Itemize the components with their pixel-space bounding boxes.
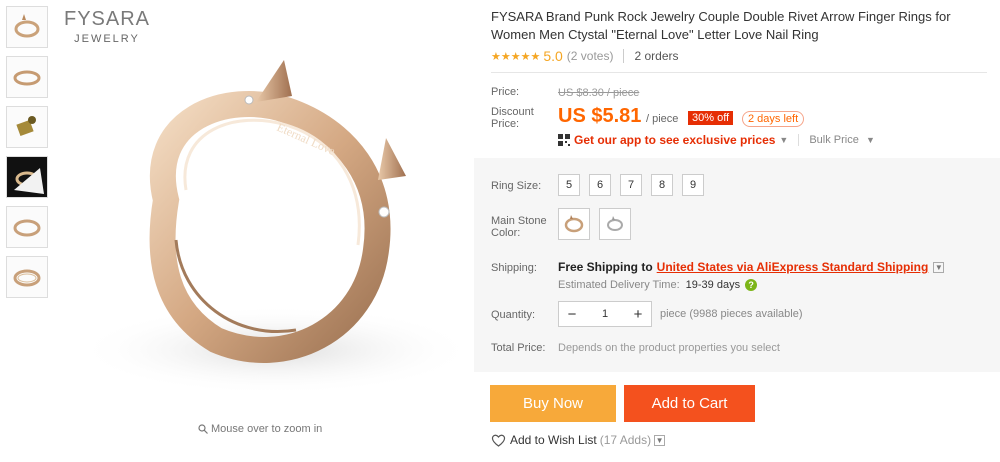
wishlist-count: (17 Adds) — [599, 433, 652, 447]
size-option[interactable]: 8 — [651, 174, 673, 196]
ring-icon — [14, 14, 40, 38]
discount-price: US $5.81 — [558, 105, 642, 127]
shipping-label: Shipping: — [491, 262, 537, 274]
thumbnail-1[interactable] — [6, 6, 48, 48]
days-left-badge: 2 days left — [742, 111, 805, 127]
color-option-silver[interactable] — [599, 208, 631, 240]
chevron-down-icon[interactable]: ▼ — [779, 135, 788, 145]
thumbnail-list — [6, 6, 48, 306]
app-promo-row: Get our app to see exclusive prices ▼ Bu… — [558, 133, 875, 147]
silver-ring-icon — [607, 216, 623, 231]
size-option[interactable]: 5 — [558, 174, 580, 196]
product-info: FYSARA Brand Punk Rock Jewelry Couple Do… — [474, 0, 1000, 462]
quantity-stepper: − + — [558, 301, 652, 327]
ring-icon — [14, 168, 44, 194]
brand-watermark: FYSARA JEWELRY — [64, 8, 150, 45]
brand-name: FYSARA — [64, 8, 151, 30]
heart-icon — [491, 434, 506, 447]
per-piece-label: / piece — [646, 113, 679, 125]
ring-size-label: Ring Size: — [491, 180, 542, 192]
size-option[interactable]: 9 — [682, 174, 704, 196]
thumbnail-6[interactable] — [6, 256, 48, 298]
star-rating-icon: ★★★★★ — [491, 50, 541, 63]
ring-product-icon: Eternal Love — [76, 60, 472, 395]
size-option[interactable]: 6 — [589, 174, 611, 196]
delivery-estimate: Estimated Delivery Time: 19-39 days ? — [558, 279, 758, 291]
help-icon[interactable]: ? — [745, 279, 758, 291]
product-title: FYSARA Brand Punk Rock Jewelry Couple Do… — [491, 9, 951, 42]
main-product-image[interactable]: Eternal Love — [56, 0, 472, 416]
discount-badge: 30% off — [688, 111, 734, 125]
delivery-estimate-label: Estimated Delivery Time: — [558, 279, 680, 291]
add-to-cart-button[interactable]: Add to Cart — [624, 385, 755, 422]
rating-row: ★★★★★ 5.0 (2 votes) 2 orders — [491, 48, 679, 64]
ring-size-options: 5 6 7 8 9 — [558, 174, 704, 196]
price-label: Price: — [491, 86, 520, 98]
bulk-price-link[interactable]: Bulk Price ▼ — [798, 134, 875, 146]
total-price-text: Depends on the product properties you se… — [558, 342, 780, 354]
buy-now-button[interactable]: Buy Now — [490, 385, 616, 422]
qr-code-icon — [558, 134, 570, 146]
shipping-method-link[interactable]: United States via AliExpress Standard Sh… — [657, 260, 929, 274]
main-stone-color-label: Main Stone Color: — [491, 215, 547, 239]
rating-value: 5.0 — [543, 48, 563, 64]
ring-icon — [13, 219, 41, 237]
pieces-available: piece (9988 pieces available) — [660, 308, 803, 320]
discount-price-label: Discount Price: — [491, 106, 534, 130]
wishlist-label: Add to Wish List — [510, 433, 597, 447]
chevron-down-icon[interactable]: ▼ — [654, 434, 666, 446]
divider — [623, 49, 625, 63]
ring-icon — [13, 269, 41, 287]
thumbnail-2[interactable] — [6, 56, 48, 98]
original-price: US $8.30 / piece — [558, 87, 640, 99]
thumbnail-3[interactable] — [6, 106, 48, 148]
free-shipping-text: Free Shipping to — [558, 260, 653, 274]
thumbnail-5[interactable] — [6, 206, 48, 248]
zoom-hint-text: Mouse over to zoom in — [211, 423, 323, 435]
add-to-wishlist-button[interactable]: Add to Wish List (17 Adds) ▼ — [491, 433, 666, 447]
total-price-label: Total Price: — [491, 342, 546, 354]
chevron-down-icon[interactable]: ▼ — [933, 261, 945, 273]
ring-icon — [16, 116, 36, 137]
magnifier-icon — [198, 424, 208, 434]
bulk-price-label: Bulk Price — [809, 134, 859, 146]
increase-quantity-button[interactable]: + — [625, 302, 651, 326]
brand-subtitle: JEWELRY — [74, 33, 140, 45]
thumbnail-4[interactable] — [6, 156, 48, 198]
delivery-days: 19-39 days — [685, 279, 741, 291]
zoom-hint: Mouse over to zoom in — [198, 423, 322, 435]
stone-color-options — [558, 208, 631, 240]
gold-ring-icon — [564, 215, 584, 233]
app-promo-link[interactable]: Get our app to see exclusive prices — [574, 133, 775, 147]
votes-count[interactable]: (2 votes) — [567, 49, 614, 63]
color-option-gold[interactable] — [558, 208, 590, 240]
chevron-down-icon: ▼ — [865, 135, 875, 145]
quantity-label: Quantity: — [491, 309, 536, 321]
ring-icon — [13, 70, 41, 86]
divider — [491, 72, 987, 73]
shipping-row: Free Shipping to United States via AliEx… — [558, 260, 945, 274]
orders-count: 2 orders — [634, 49, 679, 63]
size-option[interactable]: 7 — [620, 174, 642, 196]
decrease-quantity-button[interactable]: − — [559, 302, 585, 326]
quantity-input[interactable] — [585, 302, 625, 326]
